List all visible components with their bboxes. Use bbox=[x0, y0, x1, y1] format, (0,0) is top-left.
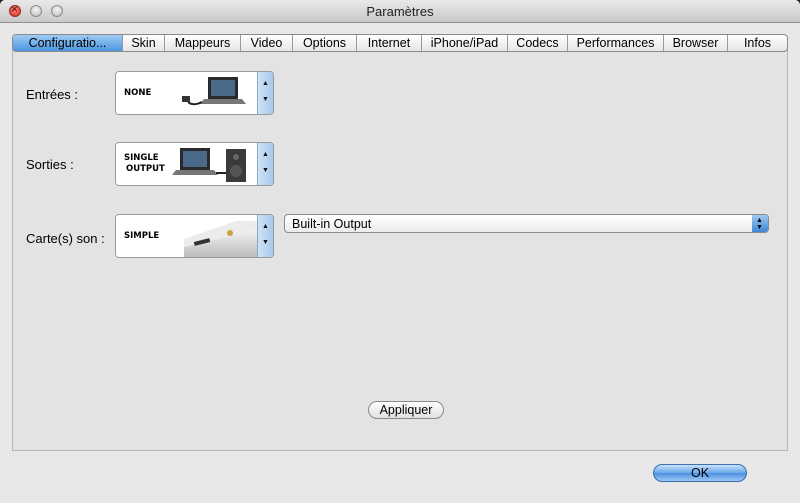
soundcard-image: SIMPLE bbox=[116, 215, 258, 257]
settings-window: Paramètres Configuratio... Skin Mappeurs… bbox=[0, 0, 800, 503]
tab-infos[interactable]: Infos bbox=[728, 35, 787, 51]
stepper-down-icon[interactable]: ▼ bbox=[262, 96, 269, 103]
inputs-selector[interactable]: NONE ▲ ▼ bbox=[115, 71, 274, 115]
inputs-label: Entrées : bbox=[26, 87, 79, 102]
tab-internet[interactable]: Internet bbox=[357, 35, 422, 51]
settings-tabs: Configuratio... Skin Mappeurs Video Opti… bbox=[12, 34, 788, 52]
apply-button[interactable]: Appliquer bbox=[368, 401, 444, 419]
audio-device-value: Built-in Output bbox=[292, 217, 372, 231]
ok-button[interactable]: OK bbox=[653, 464, 747, 482]
tab-mappeurs[interactable]: Mappeurs bbox=[165, 35, 241, 51]
outputs-stepper[interactable]: ▲ ▼ bbox=[257, 143, 273, 185]
laptop-cable-icon bbox=[182, 77, 246, 106]
soundcard-port-icon bbox=[184, 221, 258, 257]
window-title: Paramètres bbox=[366, 4, 434, 19]
stepper-up-icon[interactable]: ▲ bbox=[262, 80, 269, 87]
select-arrows-icon[interactable]: ▲ ▼ bbox=[752, 215, 768, 232]
soundcard-selector[interactable]: SIMPLE ▲ ▼ bbox=[115, 214, 274, 258]
tab-browser[interactable]: Browser bbox=[664, 35, 728, 51]
tab-iphone-ipad[interactable]: iPhone/iPad bbox=[422, 35, 508, 51]
laptop-speaker-icon bbox=[172, 148, 246, 182]
inputs-stepper[interactable]: ▲ ▼ bbox=[257, 72, 273, 114]
soundcard-label: Carte(s) son : bbox=[26, 231, 105, 246]
title-bar[interactable]: Paramètres bbox=[0, 0, 800, 23]
inputs-image: NONE bbox=[116, 72, 258, 114]
stepper-down-icon[interactable]: ▼ bbox=[262, 239, 269, 246]
tab-configuration[interactable]: Configuratio... bbox=[13, 35, 123, 51]
outputs-label: Sorties : bbox=[26, 157, 74, 172]
tab-options[interactable]: Options bbox=[293, 35, 357, 51]
outputs-selector[interactable]: SINGLE OUTPUT ▲ ▼ bbox=[115, 142, 274, 186]
tab-performances[interactable]: Performances bbox=[568, 35, 664, 51]
outputs-image: SINGLE OUTPUT bbox=[116, 143, 258, 185]
soundcard-stepper[interactable]: ▲ ▼ bbox=[257, 215, 273, 257]
tab-codecs[interactable]: Codecs bbox=[508, 35, 568, 51]
audio-device-select[interactable]: Built-in Output ▲ ▼ bbox=[284, 214, 769, 233]
stepper-up-icon[interactable]: ▲ bbox=[262, 151, 269, 158]
tab-video[interactable]: Video bbox=[241, 35, 293, 51]
stepper-down-icon[interactable]: ▼ bbox=[262, 167, 269, 174]
stepper-up-icon[interactable]: ▲ bbox=[262, 223, 269, 230]
tab-skin[interactable]: Skin bbox=[123, 35, 165, 51]
